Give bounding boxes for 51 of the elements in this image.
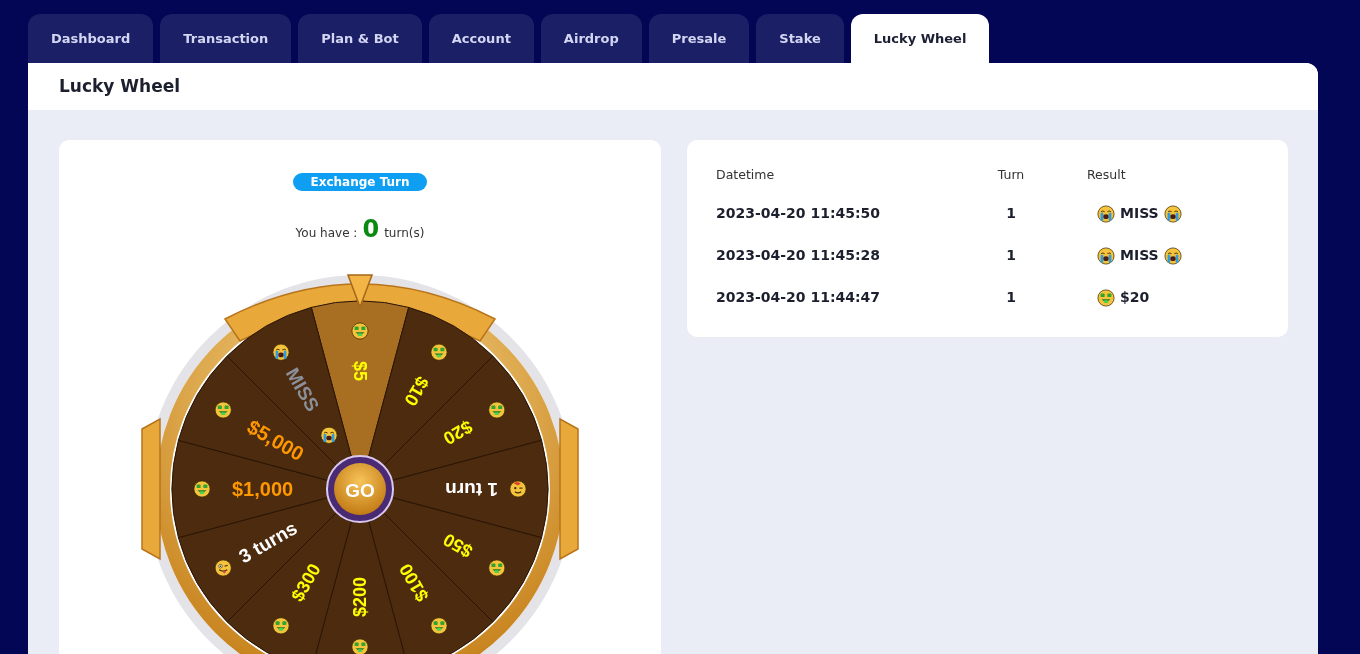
turn-cell-text: 1: [1005, 246, 1017, 266]
result-text: MISS: [1120, 246, 1159, 266]
crying-face-icon: [1097, 204, 1115, 223]
crying-face-icon: [320, 427, 338, 444]
result-text: MISS: [1120, 204, 1159, 224]
datetime-cell-text: 2023-04-20 11:44:47: [716, 288, 882, 308]
nav-tab[interactable]: Stake: [756, 14, 844, 63]
crying-face-icon: [1163, 246, 1182, 265]
crying-face-icon: [1097, 246, 1115, 265]
money-face-icon: [1097, 288, 1115, 307]
money-face-icon: [430, 617, 448, 634]
money-face-icon: [272, 617, 290, 634]
money-face-icon: [488, 559, 505, 577]
prize-label: $50: [439, 529, 476, 562]
turn-cell-text: 1: [1005, 288, 1017, 308]
column-header: Result: [1086, 166, 1127, 184]
nav-tab[interactable]: Account: [428, 14, 534, 63]
prize-label: $1,000: [232, 478, 294, 500]
prize-label: $5: [350, 361, 370, 382]
prize-label: $200: [350, 576, 370, 617]
crying-face-icon: [1163, 204, 1182, 223]
nav-tab[interactable]: Lucky Wheel: [850, 14, 990, 63]
pointer-icon: [346, 274, 374, 310]
money-face-icon: [488, 401, 505, 419]
prize-label: 1 turn: [445, 478, 498, 500]
nav-tab[interactable]: Airdrop: [540, 14, 642, 63]
column-header: Datetime: [716, 166, 776, 184]
money-face-icon: [351, 638, 369, 654]
nav-tab[interactable]: Plan & Bot: [298, 14, 422, 63]
money-face-icon: [430, 344, 448, 361]
datetime-cell-text: 2023-04-20 11:45:50: [716, 204, 882, 224]
tongue-face-icon: [215, 559, 232, 577]
prize-label: $10: [400, 373, 433, 410]
panel-title: Lucky Wheel: [59, 74, 181, 98]
result-text: $20: [1120, 288, 1150, 308]
prize-label: $20: [439, 416, 476, 449]
money-face-icon: [351, 322, 369, 340]
crying-face-icon: [272, 344, 290, 361]
turns-unit: turn(s): [384, 225, 425, 242]
money-face-icon: [193, 480, 211, 498]
winking-face-icon: [509, 480, 527, 498]
turn-count: 0: [362, 214, 380, 245]
column-header: Turn: [996, 166, 1026, 184]
turn-cell-text: 1: [1005, 204, 1017, 224]
datetime-cell-text: 2023-04-20 11:45:28: [716, 246, 882, 266]
turns-label: You have :: [295, 225, 358, 242]
nav-tab[interactable]: Transaction: [160, 14, 292, 63]
nav-tab[interactable]: Dashboard: [28, 14, 154, 63]
nav-tab[interactable]: Presale: [648, 14, 750, 63]
prize-label: 3 turns: [235, 517, 301, 568]
money-face-icon: [215, 401, 232, 419]
